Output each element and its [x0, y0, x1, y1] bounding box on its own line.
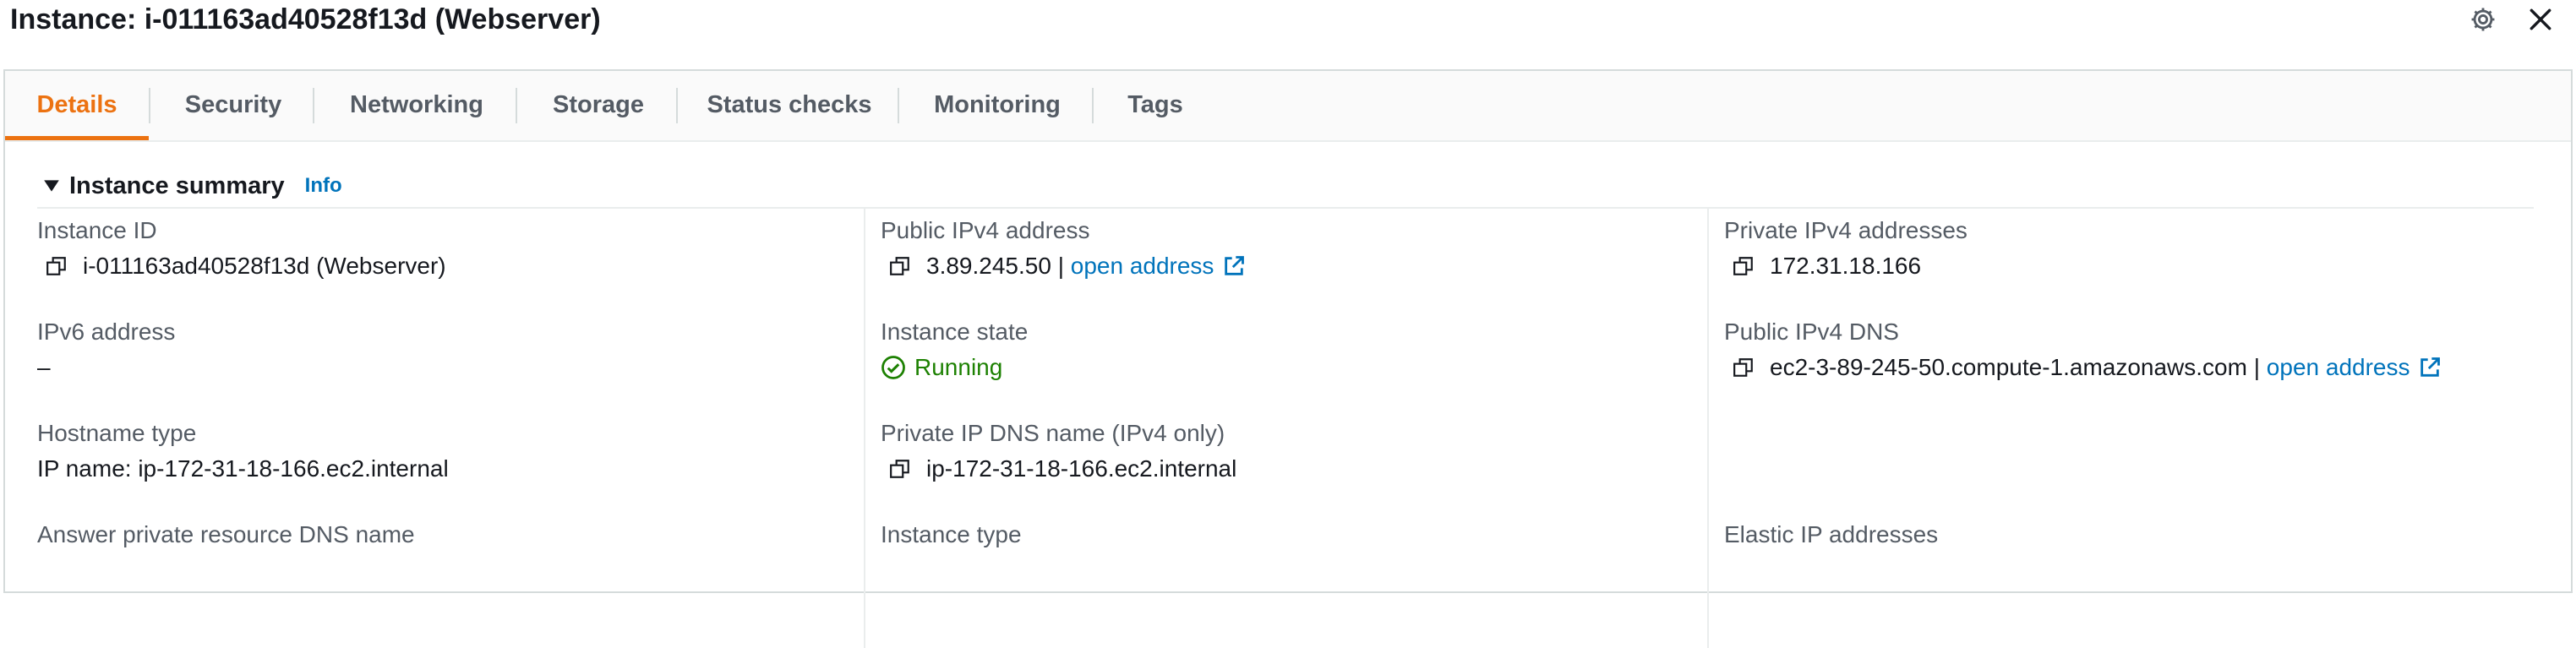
external-link-icon[interactable]	[1222, 254, 1246, 278]
info-link[interactable]: Info	[305, 174, 342, 198]
section-title: Instance summary	[69, 172, 285, 199]
field-instance-id: Instance ID i-011163ad40528f13d (Webserv…	[37, 216, 446, 280]
tab-monitoring[interactable]: Monitoring	[899, 71, 1095, 140]
field-hostname-type: Hostname type IP name: ip-172-31-18-166.…	[37, 419, 449, 483]
check-circle-icon	[881, 356, 905, 379]
field-value: ip-172-31-18-166.ec2.internal	[926, 455, 1237, 482]
field-instance-type: Instance type	[881, 520, 1022, 549]
field-value: –	[37, 354, 51, 380]
field-label: Public IPv4 DNS	[1724, 319, 1899, 345]
field-elastic-ip: Elastic IP addresses	[1724, 520, 1938, 549]
field-label: Public IPv4 address	[881, 217, 1090, 243]
open-address-link[interactable]: open address	[1071, 252, 1214, 280]
field-value: IP name: ip-172-31-18-166.ec2.internal	[37, 455, 449, 482]
field-private-dns: Private IP DNS name (IPv4 only) ip-172-3…	[881, 419, 1236, 483]
field-label: Answer private resource DNS name	[37, 521, 415, 547]
field-label: Instance state	[881, 319, 1029, 345]
tab-details[interactable]: Details	[5, 71, 149, 140]
open-address-link[interactable]: open address	[2267, 353, 2410, 382]
tab-storage[interactable]: Storage	[517, 71, 679, 140]
section-divider	[37, 207, 2534, 209]
close-icon[interactable]	[2524, 0, 2557, 39]
column-divider	[864, 209, 865, 648]
caret-down-icon	[44, 180, 59, 192]
field-label: Hostname type	[37, 420, 197, 446]
copy-icon[interactable]	[1733, 255, 1755, 277]
field-label: Private IP DNS name (IPv4 only)	[881, 420, 1225, 446]
tab-security[interactable]: Security	[150, 71, 316, 140]
field-instance-state: Instance state Running	[881, 318, 1028, 382]
field-ipv6-address: IPv6 address –	[37, 318, 175, 382]
status-running: Running	[914, 354, 1003, 380]
field-value: 172.31.18.166	[1770, 253, 1922, 279]
field-label: Private IPv4 addresses	[1724, 217, 1967, 243]
field-value: i-011163ad40528f13d (Webserver)	[83, 253, 446, 279]
summary-header[interactable]: Instance summary Info	[42, 169, 342, 203]
copy-icon[interactable]	[889, 255, 911, 277]
tab-bar: Details Security Networking Storage Stat…	[5, 71, 2571, 142]
copy-icon[interactable]	[889, 458, 911, 480]
copy-icon[interactable]	[46, 255, 68, 277]
field-label: Instance ID	[37, 217, 157, 243]
field-label: Elastic IP addresses	[1724, 521, 1939, 547]
field-public-dns: Public IPv4 DNS ec2-3-89-245-50.compute-…	[1724, 318, 2442, 382]
tab-tags[interactable]: Tags	[1094, 71, 1217, 140]
field-answer-dns: Answer private resource DNS name	[37, 520, 415, 549]
tab-status-checks[interactable]: Status checks	[678, 71, 901, 140]
gear-icon[interactable]	[2466, 0, 2500, 39]
field-value: ec2-3-89-245-50.compute-1.amazonaws.com …	[1770, 354, 2261, 380]
field-value: 3.89.245.50 |	[926, 253, 1064, 279]
column-divider	[1707, 209, 1709, 648]
field-label: Instance type	[881, 521, 1022, 547]
field-private-ipv4: Private IPv4 addresses 172.31.18.166	[1724, 216, 1967, 280]
tab-networking[interactable]: Networking	[314, 71, 519, 140]
page-title: Instance: i-011163ad40528f13d (Webserver…	[10, 3, 601, 35]
instance-details-panel: Details Security Networking Storage Stat…	[3, 69, 2573, 648]
copy-icon[interactable]	[1733, 357, 1755, 378]
field-label: IPv6 address	[37, 319, 176, 345]
external-link-icon[interactable]	[2418, 356, 2442, 379]
field-public-ipv4: Public IPv4 address 3.89.245.50 | open a…	[881, 216, 1246, 280]
